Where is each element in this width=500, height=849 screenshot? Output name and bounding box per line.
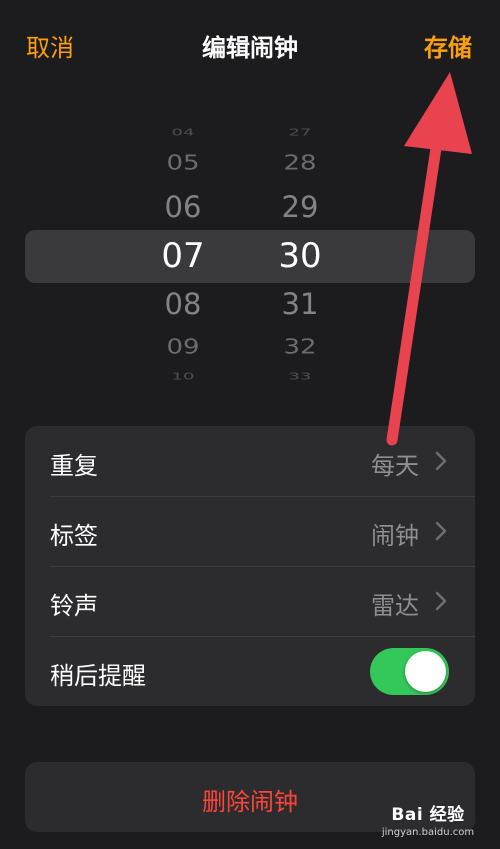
alarm-settings-group: 重复 每天 标签 闹钟 铃声 雷达 稍后提醒 xyxy=(25,426,475,706)
navigation-bar: 取消 编辑闹钟 存储 xyxy=(0,0,500,90)
repeat-label: 重复 xyxy=(50,452,98,480)
hour-option[interactable]: 08 xyxy=(133,287,233,321)
repeat-row[interactable]: 重复 每天 xyxy=(25,426,475,496)
repeat-value: 每天 xyxy=(371,452,419,480)
hour-option[interactable]: 09 xyxy=(133,335,233,359)
selected-hour[interactable]: 07 xyxy=(133,236,233,276)
time-picker[interactable]: 04 05 06 07 08 09 10 27 28 29 30 31 32 3… xyxy=(0,110,500,400)
snooze-toggle[interactable] xyxy=(370,648,449,695)
sound-label: 铃声 xyxy=(50,592,98,620)
minute-wheel[interactable]: 27 28 29 30 31 32 33 xyxy=(250,110,350,400)
watermark-logo: Bai 经验 xyxy=(391,805,465,825)
selected-minute[interactable]: 30 xyxy=(250,236,350,276)
chevron-right-icon xyxy=(435,521,447,541)
baidu-jingyan-watermark: Bai 经验 jingyan.baidu.com xyxy=(378,800,478,838)
hour-option[interactable]: 10 xyxy=(133,371,233,383)
chevron-right-icon xyxy=(435,591,447,611)
label-label: 标签 xyxy=(50,522,98,550)
minute-option[interactable]: 28 xyxy=(250,151,350,175)
minute-option[interactable]: 32 xyxy=(250,335,350,359)
sound-value: 雷达 xyxy=(371,592,419,620)
hour-option[interactable]: 04 xyxy=(133,127,233,139)
snooze-label: 稍后提醒 xyxy=(50,662,146,690)
hour-wheel[interactable]: 04 05 06 07 08 09 10 xyxy=(133,110,233,400)
label-row[interactable]: 标签 闹钟 xyxy=(25,496,475,566)
snooze-row: 稍后提醒 xyxy=(25,636,475,706)
toggle-knob xyxy=(405,651,446,692)
chevron-right-icon xyxy=(435,451,447,471)
sound-row[interactable]: 铃声 雷达 xyxy=(25,566,475,636)
minute-option[interactable]: 33 xyxy=(250,371,350,383)
minute-option[interactable]: 29 xyxy=(250,190,350,224)
minute-option[interactable]: 31 xyxy=(250,287,350,321)
label-value: 闹钟 xyxy=(371,522,419,550)
save-button[interactable]: 存储 xyxy=(424,28,472,63)
hour-option[interactable]: 05 xyxy=(133,151,233,175)
hour-option[interactable]: 06 xyxy=(133,190,233,224)
watermark-url: jingyan.baidu.com xyxy=(381,827,475,838)
minute-option[interactable]: 27 xyxy=(250,127,350,139)
edit-alarm-screen: 取消 编辑闹钟 存储 04 05 06 07 08 09 10 27 28 29… xyxy=(0,0,500,849)
